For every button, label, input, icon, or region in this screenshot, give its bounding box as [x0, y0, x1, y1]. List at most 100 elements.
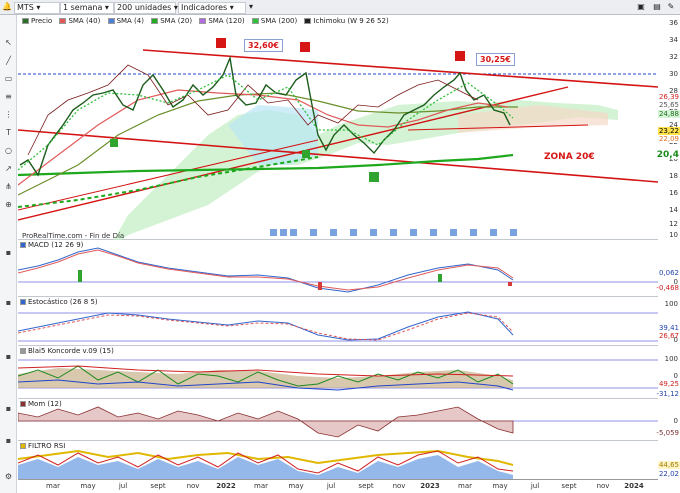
- x-axis-label-year: 2023: [420, 482, 440, 490]
- legend-item[interactable]: Ichimoku (W 9 26 52): [304, 17, 389, 25]
- legend-item[interactable]: SMA (20): [151, 17, 192, 25]
- thumbs-up-icon: [302, 150, 310, 158]
- thumbs-down-icon: [455, 51, 465, 61]
- fibonacci-icon[interactable]: ⋮: [3, 109, 14, 120]
- save-icon[interactable]: ▣: [636, 2, 646, 12]
- momentum-tag: -5,059: [656, 429, 679, 437]
- panel-collapse-icon[interactable]: ▪: [3, 403, 14, 414]
- thumbs-down-icon: [300, 42, 310, 52]
- x-axis-label: sept: [561, 482, 577, 490]
- line-tool-icon[interactable]: ╱: [3, 55, 14, 66]
- price-axis: 36 34 32 30 28 26 24 22 20 18 16 14 12 1…: [655, 15, 680, 240]
- legend-swatch: [107, 18, 115, 24]
- x-axis-label: nov: [186, 482, 200, 490]
- momentum-title[interactable]: Mom (12): [20, 400, 62, 408]
- indicators-button[interactable]: Indicadores ▾: [178, 2, 246, 14]
- axis-label: 16: [669, 189, 678, 197]
- cursor-icon[interactable]: ↖: [3, 37, 14, 48]
- drawing-toolbar: ↖ ╱ ▭ ≡ ⋮ T ○ ↗ ⋔ ⊕ ▪ ▪ ▪ ▪ ▪ ⚙: [0, 15, 17, 493]
- price-tag-sma4: 22,09: [657, 135, 680, 143]
- panel-collapse-icon[interactable]: ▪: [3, 435, 14, 446]
- period-label: 1 semana: [63, 3, 103, 12]
- legend-swatch: [59, 18, 67, 24]
- legend-item[interactable]: SMA (40): [59, 17, 100, 25]
- rsi-filter-title[interactable]: FILTRO RSI: [20, 442, 65, 450]
- legend-item[interactable]: SMA (200): [251, 17, 298, 25]
- zoom-icon[interactable]: ⊕: [3, 199, 14, 210]
- period-selector[interactable]: 1 semana ▾: [60, 2, 114, 14]
- wrench-icon[interactable]: ✎: [666, 2, 676, 12]
- axis-label: 0: [673, 372, 678, 380]
- x-axis-label-year: 2024: [624, 482, 644, 490]
- legend-item[interactable]: SMA (120): [199, 17, 245, 25]
- pitchfork-icon[interactable]: ⋔: [3, 181, 14, 192]
- settings-icon[interactable]: ⚙: [3, 471, 14, 482]
- panel-collapse-icon[interactable]: ▪: [3, 351, 14, 362]
- text-tool-icon[interactable]: T: [3, 127, 14, 138]
- legend-item[interactable]: Precio: [22, 17, 52, 25]
- x-axis-label: mar: [254, 482, 268, 490]
- axis-label: 18: [669, 172, 678, 180]
- stochastic-swatch: [20, 299, 26, 305]
- shapes-icon[interactable]: ○: [3, 145, 14, 156]
- x-axis-label: may: [492, 482, 508, 490]
- legend-label: SMA (40): [68, 17, 101, 25]
- time-axis: mar may jul sept nov 2022 mar may jul se…: [18, 480, 658, 493]
- price-chart-svg: [18, 38, 658, 240]
- bell-icon[interactable]: 🔔: [2, 2, 12, 12]
- legend-label: Precio: [31, 17, 53, 25]
- units-selector[interactable]: 200 unidades ▾: [114, 2, 178, 14]
- x-axis-label: sept: [358, 482, 374, 490]
- legend-label: SMA (20): [160, 17, 193, 25]
- rsi-filter-panel[interactable]: FILTRO RSI: [18, 441, 658, 480]
- ruler-icon[interactable]: ▭: [3, 73, 14, 84]
- axis-label: 34: [669, 36, 678, 44]
- annotation-high-2022[interactable]: 32,60€: [244, 39, 283, 52]
- x-axis-label: jul: [326, 482, 336, 490]
- axis-label: 32: [669, 53, 678, 61]
- arrow-tool-icon[interactable]: ↗: [3, 163, 14, 174]
- top-toolbar: 🔔 MTS ▾ 1 semana ▾ 200 unidades ▾ Indica…: [0, 0, 680, 15]
- axis-label: 36: [669, 19, 678, 27]
- axis-label: 0: [673, 417, 678, 425]
- x-axis-label: nov: [392, 482, 406, 490]
- macd-panel[interactable]: MACD (12 26 9): [18, 240, 658, 297]
- x-axis-label: nov: [596, 482, 610, 490]
- chart-settings-icon[interactable]: ▤: [652, 2, 662, 12]
- annotation-high-2023[interactable]: 30,25€: [476, 53, 515, 66]
- momentum-panel[interactable]: Mom (12): [18, 399, 658, 441]
- koncorde-axis: 100 0 49,25 -31,12: [656, 346, 680, 399]
- koncorde-panel[interactable]: Blai5 Koncorde v.09 (15): [18, 346, 658, 399]
- macd-title-label: MACD (12 26 9): [28, 241, 84, 249]
- chevron-down-icon[interactable]: ▾: [246, 2, 256, 12]
- koncorde-title[interactable]: Blai5 Koncorde v.09 (15): [20, 347, 114, 355]
- channel-tool-icon[interactable]: ≡: [3, 91, 14, 102]
- price-panel[interactable]: Precio SMA (40) SMA (4) SMA (20) SMA (12…: [18, 15, 658, 240]
- legend-label: SMA (200): [260, 17, 298, 25]
- axis-label: 100: [664, 355, 678, 363]
- axis-label: 30: [669, 70, 678, 78]
- x-axis-label: may: [288, 482, 304, 490]
- koncorde-title-label: Blai5 Koncorde v.09 (15): [28, 347, 114, 355]
- channel-top-line: [142, 49, 658, 88]
- rsi-filter-tag-2: 22,02: [658, 470, 679, 478]
- koncorde-swatch: [20, 348, 26, 354]
- stochastic-title[interactable]: Estocástico (26 8 5): [20, 298, 98, 306]
- footer-source: ProRealTime.com - Fin de Día: [22, 232, 125, 240]
- rsi-filter-tag-1: 44,65: [657, 461, 680, 469]
- legend-item[interactable]: SMA (4): [107, 17, 144, 25]
- momentum-area: [18, 406, 514, 438]
- price-tag-sma40: 26,39: [657, 93, 680, 101]
- indicators-label: Indicadores: [181, 3, 228, 12]
- panel-collapse-icon[interactable]: ▪: [3, 297, 14, 308]
- annotation-zone[interactable]: ZONA 20€: [544, 152, 595, 162]
- panel-collapse-icon[interactable]: ▪: [3, 247, 14, 258]
- stochastic-panel[interactable]: Estocástico (26 8 5): [18, 297, 658, 346]
- price-tag-sma200: 20,4: [655, 150, 680, 160]
- instrument-selector[interactable]: MTS ▾: [14, 2, 60, 14]
- rsi-filter-swatch: [20, 443, 26, 449]
- macd-title[interactable]: MACD (12 26 9): [20, 241, 83, 249]
- momentum-swatch: [20, 401, 26, 407]
- legend-swatch: [22, 18, 29, 24]
- axis-label: 14: [669, 206, 678, 214]
